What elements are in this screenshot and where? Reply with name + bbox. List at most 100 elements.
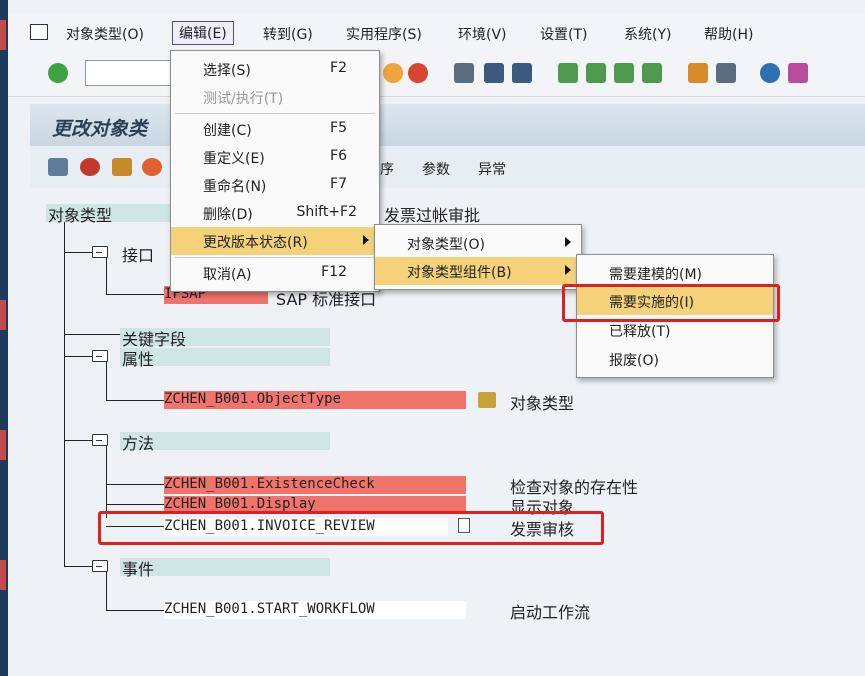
standard-toolbar [8, 54, 865, 97]
menu-item-label: 报废(O) [609, 353, 659, 369]
event-description: 启动工作流 [510, 603, 591, 622]
tree-item-attribute[interactable]: ZCHEN_B001.ObjectType [164, 391, 341, 407]
menu-edit[interactable]: 编辑(E) [172, 21, 234, 45]
lifebuoy-icon[interactable] [142, 158, 162, 176]
menu-item-shortcut: F5 [330, 120, 347, 136]
check-icon[interactable] [48, 63, 68, 83]
hierarchy-icon[interactable] [112, 158, 132, 176]
menu-bar: 对象类型(O) 编辑(E) 转到(G) 实用程序(S) 环境(V) 设置(T) … [8, 14, 865, 54]
menu-item-select[interactable]: 选择(S) F2 [171, 55, 379, 83]
tree-line [64, 334, 120, 335]
submenu-arrow-icon [565, 265, 571, 275]
menu-object-type[interactable]: 对象类型(O) [66, 24, 144, 44]
tree-node-interface[interactable]: 接口 [122, 242, 154, 266]
menu-item-shortcut: F6 [330, 148, 347, 164]
menu-separator [175, 257, 375, 258]
edit-menu: 选择(S) F2 测试/执行(T) 创建(C) F5 重定义(E) F6 重命名… [170, 50, 380, 292]
menu-item-create[interactable]: 创建(C) F5 [171, 115, 379, 143]
tree-line [106, 610, 164, 611]
edge-marker [0, 20, 6, 50]
tab-sequence[interactable]: 序 [380, 159, 394, 179]
menu-environment[interactable]: 环境(V) [458, 24, 507, 44]
last-page-icon[interactable] [642, 63, 662, 83]
layout-icon[interactable] [788, 63, 808, 83]
folder-icon [92, 246, 108, 258]
shortcut-icon[interactable] [716, 63, 736, 83]
stop-icon[interactable] [383, 63, 403, 83]
help-icon[interactable] [760, 63, 780, 83]
menu-item-redefine[interactable]: 重定义(E) F6 [171, 143, 379, 171]
glasses-icon[interactable] [48, 158, 68, 176]
menu-item-label: 需要建模的(M) [609, 267, 703, 283]
menu-item-object-type-component[interactable]: 对象类型组件(B) [375, 257, 581, 285]
tab-exceptions[interactable]: 异常 [478, 159, 506, 179]
tree-line [106, 504, 164, 505]
menu-help[interactable]: 帮助(H) [704, 24, 753, 44]
tree-line [64, 356, 92, 357]
menu-item-label: 重定义(E) [203, 151, 265, 167]
menu-system[interactable]: 系统(Y) [624, 24, 671, 44]
tree-node-events[interactable]: 事件 [122, 556, 154, 580]
tree-node-attributes[interactable]: 属性 [122, 346, 154, 370]
command-field[interactable] [85, 60, 183, 86]
find-icon[interactable] [484, 63, 504, 83]
folder-icon [92, 560, 108, 572]
menu-item-shortcut: Shift+F2 [296, 204, 357, 220]
submenu-arrow-icon [565, 237, 571, 247]
tree-line [64, 440, 92, 441]
menu-item-test: 测试/执行(T) [171, 83, 379, 111]
screen-title: 更改对象类 [52, 118, 148, 140]
prev-page-icon[interactable] [586, 63, 606, 83]
cancel-icon[interactable] [408, 63, 428, 83]
folder-icon [92, 350, 108, 362]
tree-root[interactable]: 对象类型 [48, 202, 112, 226]
tree-line [106, 258, 107, 294]
folder-icon [92, 434, 108, 446]
tree-line [64, 252, 92, 253]
hierarchy-icon [478, 392, 496, 408]
tree-item-method[interactable]: ZCHEN_B001.Display [164, 496, 316, 512]
edge-marker [0, 300, 6, 330]
menu-item-object-type[interactable]: 对象类型(O) [375, 229, 581, 257]
highlight-box-implement [562, 284, 780, 322]
print-icon[interactable] [454, 63, 474, 83]
root-description: 发票过帐审批 [384, 206, 481, 225]
menu-item-label: 删除(D) [203, 207, 253, 223]
next-page-icon[interactable] [614, 63, 634, 83]
menu-item-shortcut: F12 [321, 264, 347, 280]
menu-utilities[interactable]: 实用程序(S) [346, 24, 422, 44]
attribute-description: 对象类型 [510, 394, 575, 413]
find-next-icon[interactable] [512, 63, 532, 83]
tab-parameters[interactable]: 参数 [422, 159, 450, 179]
menu-item-delete[interactable]: 删除(D) Shift+F2 [171, 199, 379, 227]
tree-line [106, 294, 164, 295]
menu-item-label: 对象类型(O) [407, 237, 485, 253]
tree-node-methods[interactable]: 方法 [122, 430, 154, 454]
menu-item-change-version-status[interactable]: 更改版本状态(R) [171, 227, 379, 255]
tree-item-event[interactable]: ZCHEN_B001.START_WORKFLOW [164, 601, 375, 617]
tree-line [64, 222, 65, 567]
screen-title-bar: 更改对象类 [30, 104, 865, 146]
application-toolbar: 序 参数 异常 [30, 146, 865, 188]
first-page-icon[interactable] [558, 63, 578, 83]
menu-item-shortcut: F7 [330, 176, 347, 192]
menu-item-cancel[interactable]: 取消(A) F12 [171, 259, 379, 287]
menu-item-label: 对象类型组件(B) [407, 265, 512, 281]
object-icon[interactable] [80, 158, 100, 176]
tree-item-method[interactable]: ZCHEN_B001.ExistenceCheck [164, 476, 375, 492]
menu-item-shortcut: F2 [330, 60, 347, 76]
menu-item-rename[interactable]: 重命名(N) F7 [171, 171, 379, 199]
menu-goto[interactable]: 转到(G) [263, 24, 313, 44]
menu-item-label: 已释放(T) [609, 324, 671, 340]
menu-item-to-be-modeled[interactable]: 需要建模的(M) [577, 259, 773, 287]
window-menu-icon[interactable] [30, 24, 48, 40]
menu-item-obsolete[interactable]: 报废(O) [577, 345, 773, 373]
edge-marker [0, 430, 6, 460]
tree-line [106, 362, 107, 400]
new-session-icon[interactable] [688, 63, 708, 83]
edge-marker [0, 560, 6, 590]
menu-item-label: 取消(A) [203, 267, 252, 283]
menu-item-label: 重命名(N) [203, 179, 267, 195]
menu-settings[interactable]: 设置(T) [540, 24, 587, 44]
window-left-edge [0, 0, 8, 676]
